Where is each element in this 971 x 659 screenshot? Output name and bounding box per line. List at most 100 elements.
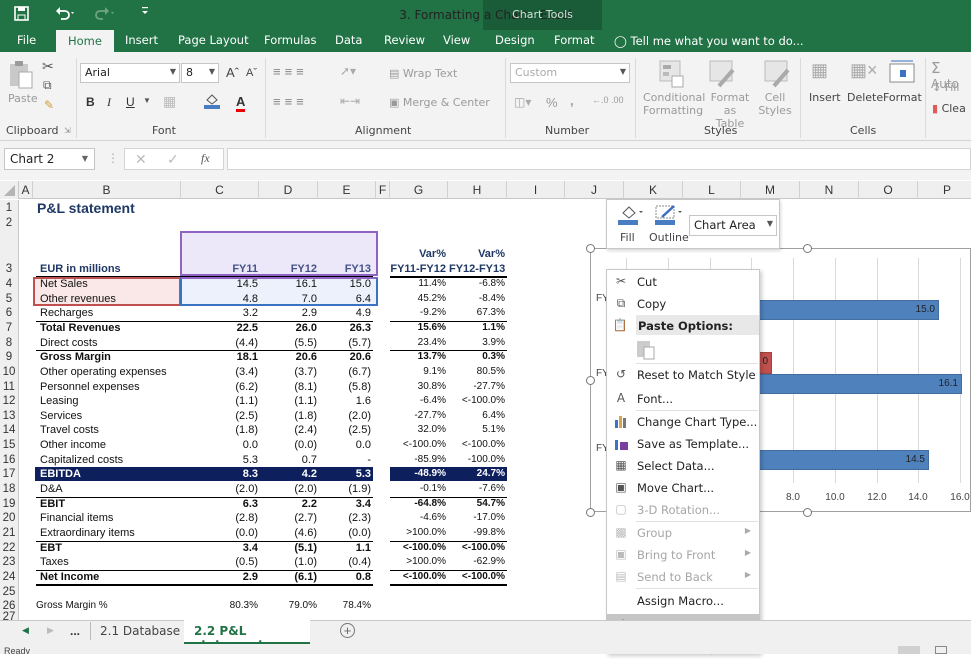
line-var[interactable]: <-100.0%: [449, 542, 505, 553]
line-var[interactable]: -27.7%: [390, 410, 446, 421]
row-header[interactable]: 2: [0, 216, 19, 231]
line-label[interactable]: Other operating expenses: [40, 366, 167, 378]
context-menu-item-group[interactable]: ▩ Group ▶: [607, 522, 759, 544]
fill-color-icon[interactable]: [203, 92, 221, 112]
line-value[interactable]: (1.0): [272, 556, 317, 568]
line-value[interactable]: 15.0: [326, 278, 371, 290]
merge-center-button[interactable]: ▣ Merge & Center: [389, 96, 490, 109]
row-header[interactable]: 7: [0, 321, 19, 336]
fill-bucket-icon[interactable]: [617, 204, 643, 229]
line-var[interactable]: 11.4%: [390, 278, 446, 289]
customize-qat-icon[interactable]: [141, 6, 149, 19]
line-var[interactable]: <-100.0%: [449, 571, 505, 582]
font-size-combo[interactable]: 8 ▼: [181, 63, 219, 83]
tab-data[interactable]: Data: [333, 33, 364, 47]
row-header[interactable]: 10: [0, 365, 19, 380]
line-value[interactable]: (0.0): [272, 439, 317, 451]
line-value[interactable]: (2.0): [326, 410, 371, 422]
line-value[interactable]: (6.7): [326, 366, 371, 378]
line-value[interactable]: 26.3: [326, 322, 371, 334]
horizontal-align-icons[interactable]: ≡≡≡: [273, 94, 308, 109]
context-menu-item-cut[interactable]: ✂ Cut: [607, 271, 759, 293]
line-var[interactable]: 9.1%: [390, 366, 446, 377]
tab-design[interactable]: Design: [493, 33, 537, 47]
line-label[interactable]: Other income: [40, 439, 106, 451]
line-label[interactable]: Net Sales: [40, 278, 88, 290]
tab-review[interactable]: Review: [382, 33, 427, 47]
line-value[interactable]: 0.8: [326, 571, 371, 583]
copy-icon[interactable]: ⧉: [43, 78, 52, 93]
font-name-combo[interactable]: Arial ▼: [80, 63, 180, 83]
line-var[interactable]: 45.2%: [390, 293, 446, 304]
line-var[interactable]: -6.8%: [449, 278, 505, 289]
font-color-icon[interactable]: A: [236, 94, 246, 112]
line-label[interactable]: Taxes: [40, 556, 69, 568]
line-value[interactable]: 4.2: [272, 468, 317, 480]
increase-decimal-icon[interactable]: ←.0 .00: [592, 95, 624, 105]
line-value[interactable]: 20.6: [272, 351, 317, 363]
line-label[interactable]: Personnel expenses: [40, 381, 140, 393]
line-value[interactable]: (0.0): [326, 527, 371, 539]
wrap-text-button[interactable]: ▤ Wrap Text: [389, 67, 457, 80]
line-label[interactable]: EBT: [40, 542, 62, 554]
outline-pen-icon[interactable]: [654, 204, 682, 229]
context-menu-item-reset-to-match-style[interactable]: ↺ Reset to Match Style: [607, 364, 759, 386]
chevron-down-icon[interactable]: ▼: [143, 96, 151, 105]
line-var[interactable]: 15.6%: [390, 322, 446, 333]
column-header-n[interactable]: N: [800, 181, 859, 199]
line-var[interactable]: >100.0%: [390, 556, 446, 567]
line-value[interactable]: (6.2): [213, 381, 258, 393]
line-label[interactable]: EBITDA: [40, 468, 81, 480]
ratio-value[interactable]: 79.0%: [272, 600, 317, 611]
line-value[interactable]: (3.4): [213, 366, 258, 378]
line-label[interactable]: Gross Margin: [40, 351, 111, 363]
column-header-j[interactable]: J: [565, 181, 624, 199]
paste-option-keep-formatting-icon[interactable]: [636, 338, 656, 365]
more-sheets-button[interactable]: ...: [70, 624, 80, 638]
line-value[interactable]: 0.0: [326, 439, 371, 451]
line-value[interactable]: 2.9: [213, 571, 258, 583]
line-label[interactable]: Recharges: [40, 307, 93, 319]
format-cells-button[interactable]: Format: [883, 91, 922, 104]
line-var[interactable]: <-100.0%: [449, 395, 505, 406]
row-header[interactable]: 8: [0, 336, 19, 350]
line-value[interactable]: 22.5: [213, 322, 258, 334]
resize-handle[interactable]: [586, 508, 595, 517]
row-header[interactable]: 14: [0, 423, 19, 438]
tab-formulas[interactable]: Formulas: [262, 33, 319, 47]
undo-icon[interactable]: [55, 6, 77, 24]
line-var[interactable]: -99.8%: [449, 527, 505, 538]
enter-icon[interactable]: ✓: [167, 151, 179, 168]
row-header[interactable]: 22: [0, 541, 19, 555]
conditional-formatting-button[interactable]: Conditional Formatting: [643, 91, 705, 117]
ratio-value[interactable]: 80.3%: [213, 600, 258, 611]
line-value[interactable]: (0.4): [326, 556, 371, 568]
line-value[interactable]: (2.3): [326, 512, 371, 524]
line-value[interactable]: (2.7): [272, 512, 317, 524]
line-value[interactable]: 18.1: [213, 351, 258, 363]
line-value[interactable]: 4.8: [213, 293, 258, 305]
insert-cells-button[interactable]: Insert: [809, 91, 841, 104]
column-header-l[interactable]: L: [683, 181, 741, 199]
column-header-f[interactable]: F: [376, 181, 390, 199]
tab-page-layout[interactable]: Page Layout: [176, 33, 251, 47]
column-header-p[interactable]: P: [918, 181, 971, 199]
line-var[interactable]: 67.3%: [449, 307, 505, 318]
cell-styles-button[interactable]: Cell Styles: [757, 91, 793, 117]
column-header-h[interactable]: H: [448, 181, 507, 199]
row-header[interactable]: 20: [0, 511, 19, 526]
column-header-d[interactable]: D: [259, 181, 318, 199]
line-value[interactable]: (0.5): [213, 556, 258, 568]
column-header-a[interactable]: A: [19, 181, 33, 199]
line-var[interactable]: 5.1%: [449, 424, 505, 435]
line-value[interactable]: (1.9): [326, 483, 371, 495]
insert-function-icon[interactable]: fx: [201, 151, 210, 166]
row-header[interactable]: 21: [0, 526, 19, 541]
sheet-tab-pl-statement[interactable]: 2.2 P&L statement: [184, 620, 310, 652]
row-header[interactable]: 11: [0, 380, 19, 394]
tell-me-box[interactable]: ◯ Tell me what you want to do...: [614, 34, 804, 48]
column-header-m[interactable]: M: [741, 181, 800, 199]
line-value[interactable]: 7.0: [272, 293, 317, 305]
context-menu-item-font[interactable]: A Font...: [607, 388, 759, 410]
format-painter-icon[interactable]: ✎: [44, 98, 54, 112]
